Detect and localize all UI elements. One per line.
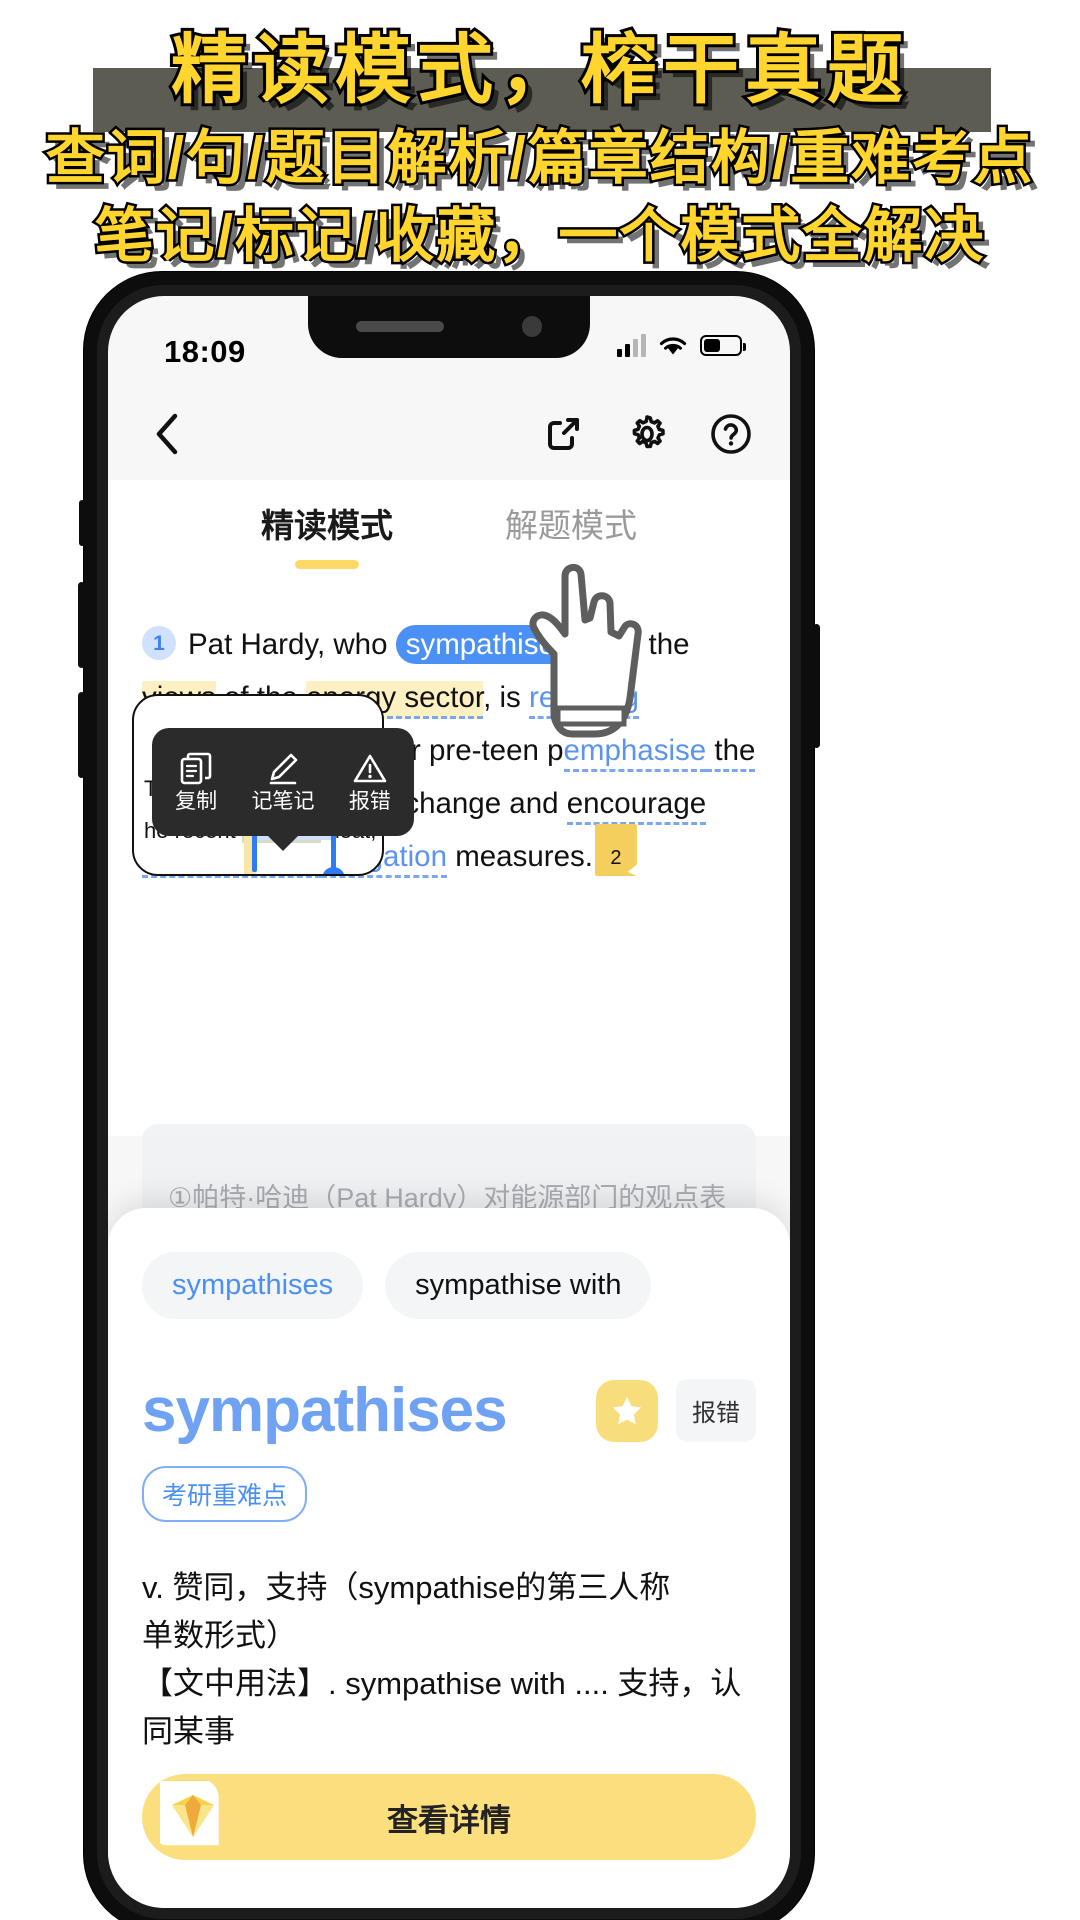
phone-bezel: 18:09 精读模式 解题模式 1 Pat Hardy, who sympath…	[97, 285, 801, 1919]
volume-down-button[interactable]	[78, 692, 85, 778]
screenshot-root: 精读模式，榨干真题 查词/句/题目解析/篇章结构/重难考点 笔记/标记/收藏，一…	[0, 0, 1080, 1920]
tab-problem-solving[interactable]: 解题模式	[505, 499, 637, 557]
note-flag-marker[interactable]: 2	[594, 824, 637, 876]
word-report-button[interactable]: 报错	[676, 1379, 756, 1442]
nav-bar	[108, 388, 790, 480]
settings-button[interactable]	[624, 411, 670, 457]
mode-tabs: 精读模式 解题模式	[108, 480, 790, 576]
definition-line-3: 【文中用法】. sympathise with .... 支持，认	[142, 1666, 742, 1701]
word-form-chips: sympathises sympathise with	[142, 1252, 756, 1319]
pointer-hand-icon	[529, 564, 642, 738]
context-menu-report-label: 报错	[348, 790, 391, 813]
definition-line-2: 单数形式）	[142, 1618, 297, 1653]
nav-actions	[540, 411, 754, 457]
sentence-number-badge[interactable]: 1	[142, 626, 176, 661]
passage-text-1: Pat Hardy, who	[188, 628, 396, 661]
context-menu-copy-label: 复制	[175, 790, 218, 813]
notch	[308, 296, 590, 358]
pencil-icon	[269, 753, 298, 785]
earpiece-speaker	[356, 321, 444, 332]
view-details-label: 查看详情	[387, 1802, 511, 1838]
phone-mockup: 18:09 精读模式 解题模式 1 Pat Hardy, who sympath…	[78, 272, 820, 1920]
promo-subtitle-1: 查词/句/题目解析/篇章结构/重难考点	[43, 123, 1035, 194]
word-detail-sheet: sympathises sympathise with sympathises …	[108, 1208, 790, 1908]
text-context-menu: 复制 记笔记 报错	[152, 728, 414, 836]
tab-intensive-reading[interactable]: 精读模式	[261, 499, 393, 557]
view-details-button[interactable]: 查看详情	[142, 1774, 756, 1860]
volume-up-button[interactable]	[78, 582, 85, 668]
phone-screen: 18:09 精读模式 解题模式 1 Pat Hardy, who sympath…	[108, 296, 790, 1908]
signal-bars-icon	[617, 333, 646, 357]
chip-sympathises[interactable]: sympathises	[142, 1252, 364, 1319]
battery-icon	[700, 335, 746, 356]
word-header-row: sympathises 报错	[142, 1375, 756, 1446]
gem-icon	[160, 1781, 219, 1846]
favorite-button[interactable]	[596, 1379, 658, 1442]
mute-switch[interactable]	[79, 500, 85, 546]
back-button[interactable]	[144, 411, 190, 457]
context-menu-note[interactable]: 记笔记	[251, 752, 314, 812]
word-title: sympathises	[142, 1376, 508, 1445]
word-definition: v. 赞同，支持（sympathise的第三人称 单数形式） 【文中用法】. s…	[142, 1564, 756, 1756]
copy-icon	[180, 752, 212, 785]
definition-line-4: 同某事	[142, 1714, 235, 1749]
status-time: 18:09	[164, 334, 246, 369]
chevron-left-icon	[156, 413, 178, 455]
front-camera	[522, 316, 542, 337]
share-button[interactable]	[540, 411, 586, 457]
context-menu-report[interactable]: 报错	[349, 752, 391, 812]
status-badge: 考研重难点	[142, 1466, 308, 1522]
share-icon	[548, 418, 579, 450]
promo-title: 精读模式，榨干真题	[168, 25, 909, 116]
promo-subtitle-2: 笔记/标记/收藏，一个模式全解决	[92, 201, 986, 272]
flag-number: 2	[610, 847, 622, 869]
chip-sympathise-with[interactable]: sympathise with	[385, 1252, 652, 1319]
passage-text-12: measures.	[447, 840, 593, 873]
power-button[interactable]	[813, 624, 820, 748]
gear-icon	[632, 415, 665, 449]
wifi-icon	[659, 337, 687, 355]
article-passage: 1Pat Hardy, who sympathises with the vie…	[108, 564, 790, 1136]
context-menu-copy[interactable]: 复制	[175, 752, 217, 812]
warning-triangle-icon	[353, 754, 387, 783]
context-menu-note-label: 记笔记	[251, 790, 315, 813]
definition-line-1: v. 赞同，支持（sympathise的第三人称	[142, 1570, 671, 1605]
star-icon	[613, 1396, 641, 1424]
status-icons	[617, 333, 746, 357]
help-button[interactable]	[708, 411, 754, 457]
question-circle-icon	[711, 414, 751, 454]
